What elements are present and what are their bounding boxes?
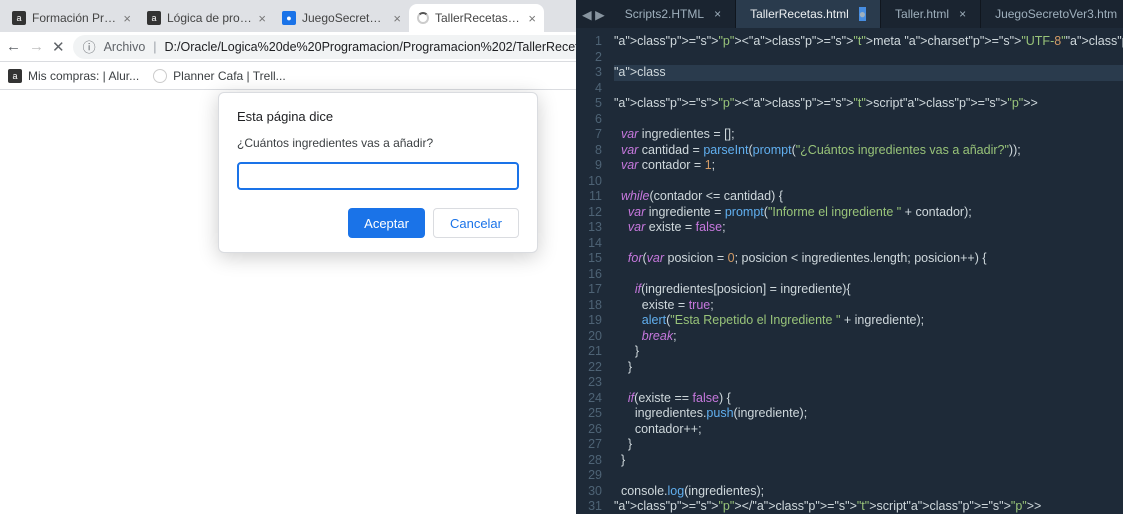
close-icon[interactable]: × (393, 11, 401, 26)
url-separator: | (153, 40, 156, 54)
editor-tab[interactable]: Taller.html × (881, 0, 981, 28)
browser-tabstrip: a Formación Principiante × a Lógica de p… (0, 0, 576, 32)
browser-tab[interactable]: a Lógica de programació × (139, 4, 274, 32)
bookmark-icon: a (8, 69, 22, 83)
page-viewport: Esta página dice ¿Cuántos ingredientes v… (0, 90, 576, 514)
favicon-icon: ● (282, 11, 296, 25)
code-editor: ◀ ▶ Scripts2.HTML × TallerRecetas.html ●… (576, 0, 1123, 514)
editor-tab[interactable]: JuegoSecretoVer3.htm (981, 0, 1123, 28)
bookmark-item[interactable]: a Mis compras: | Alur... (8, 69, 139, 83)
editor-tab-label: TallerRecetas.html (750, 7, 849, 21)
stop-reload-icon[interactable]: ✕ (52, 38, 65, 56)
bookmark-label: Mis compras: | Alur... (28, 69, 139, 83)
forward-icon[interactable]: → (29, 38, 44, 56)
tab-label: TallerRecetas.html (435, 11, 522, 25)
browser-tab[interactable]: ● JuegoSecretoVer3.html × (274, 4, 409, 32)
editor-tab-label: JuegoSecretoVer3.htm (995, 7, 1117, 21)
favicon-icon: a (12, 11, 26, 25)
close-icon[interactable]: × (959, 7, 966, 21)
tab-scroll-arrows[interactable]: ◀ ▶ (576, 7, 611, 22)
prompt-input[interactable] (237, 162, 519, 190)
url-scheme: Archivo (104, 40, 146, 54)
editor-tabstrip: ◀ ▶ Scripts2.HTML × TallerRecetas.html ●… (576, 0, 1123, 28)
js-prompt-dialog: Esta página dice ¿Cuántos ingredientes v… (218, 92, 538, 253)
dialog-message: ¿Cuántos ingredientes vas a añadir? (237, 136, 519, 150)
back-icon[interactable]: ← (6, 38, 21, 56)
bookmark-item[interactable]: Planner Cafa | Trell... (153, 69, 286, 83)
dialog-title: Esta página dice (237, 109, 519, 124)
browser-tab-active[interactable]: TallerRecetas.html × (409, 4, 544, 32)
editor-tab-active[interactable]: TallerRecetas.html ● (736, 0, 881, 28)
editor-tab-label: Taller.html (895, 7, 949, 21)
site-info-icon[interactable]: ⓘ (83, 37, 96, 56)
cancel-button[interactable]: Cancelar (433, 208, 519, 238)
address-bar[interactable]: ⓘ Archivo | D:/Oracle/Logica%20de%20Prog… (73, 35, 629, 59)
url-path: D:/Oracle/Logica%20de%20Programacion/Pro… (165, 40, 619, 54)
editor-body[interactable]: 1234567891011121314151617181920212223242… (576, 28, 1123, 514)
favicon-icon: a (147, 11, 161, 25)
close-icon[interactable]: × (528, 11, 536, 26)
tab-label: JuegoSecretoVer3.html (302, 11, 387, 25)
tab-label: Formación Principiante (32, 11, 117, 25)
bookmark-label: Planner Cafa | Trell... (173, 69, 286, 83)
close-icon[interactable]: × (258, 11, 266, 26)
dialog-buttons: Aceptar Cancelar (237, 208, 519, 238)
browser-tab[interactable]: a Formación Principiante × (4, 4, 139, 32)
dirty-indicator-icon[interactable]: ● (859, 7, 866, 21)
browser-window: a Formación Principiante × a Lógica de p… (0, 0, 576, 514)
tab-label: Lógica de programació (167, 11, 252, 25)
loading-spinner-icon (417, 12, 429, 24)
bookmark-icon (153, 69, 167, 83)
editor-tab[interactable]: Scripts2.HTML × (611, 0, 736, 28)
editor-tab-label: Scripts2.HTML (625, 7, 704, 21)
bookmarks-bar: a Mis compras: | Alur... Planner Cafa | … (0, 62, 576, 90)
code-area[interactable]: "a">class"p">="s">"p"><"a">class"p">="s"… (610, 28, 1123, 514)
browser-toolbar: ← → ✕ ⓘ Archivo | D:/Oracle/Logica%20de%… (0, 32, 576, 62)
close-icon[interactable]: × (714, 7, 721, 21)
accept-button[interactable]: Aceptar (348, 208, 425, 238)
close-icon[interactable]: × (123, 11, 131, 26)
line-number-gutter: 1234567891011121314151617181920212223242… (576, 28, 610, 514)
